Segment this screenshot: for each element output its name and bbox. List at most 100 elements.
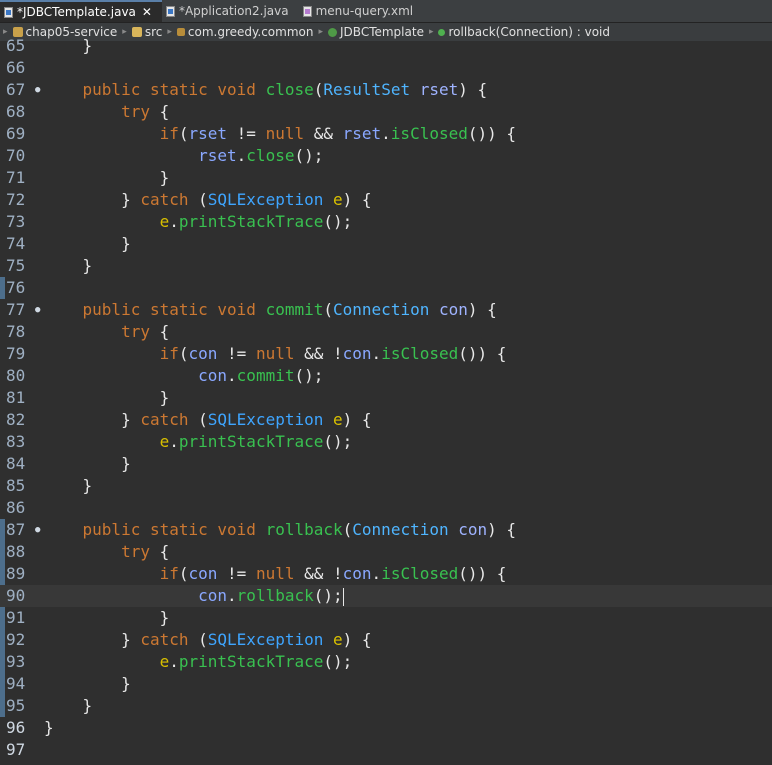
tab-label: *JDBCTemplate.java <box>17 5 136 19</box>
code-token: } <box>44 190 141 209</box>
close-icon[interactable]: ✕ <box>142 5 152 19</box>
code-token: } <box>44 718 54 737</box>
code-text: if(con != null && !con.isClosed()) { <box>44 563 507 585</box>
code-token: catch <box>140 190 189 209</box>
code-token: ( <box>323 300 334 319</box>
code-token: . <box>236 146 247 165</box>
fold-marker-icon[interactable]: ● <box>35 299 40 321</box>
code-text: if(con != null && !con.isClosed()) { <box>44 343 507 365</box>
code-token: } <box>44 410 141 429</box>
code-token: try <box>121 542 150 561</box>
code-token: Connection <box>333 300 430 319</box>
fold-marker-icon[interactable]: ● <box>35 519 40 541</box>
code-token: rset <box>188 124 228 143</box>
code-line[interactable]: 71 } <box>0 167 772 189</box>
code-line[interactable]: 83 e.printStackTrace(); <box>0 431 772 453</box>
code-line[interactable]: 88 try { <box>0 541 772 563</box>
code-token: { <box>149 542 170 561</box>
code-line[interactable]: 90 con.rollback(); <box>0 585 772 607</box>
code-line[interactable]: 80 con.commit(); <box>0 365 772 387</box>
code-line[interactable]: 93 e.printStackTrace(); <box>0 651 772 673</box>
code-line[interactable]: 75 } <box>0 255 772 277</box>
line-number: 65 <box>6 36 26 55</box>
code-text: } catch (SQLException e) { <box>44 629 371 651</box>
code-line[interactable]: 77 ● public static void commit(Connection… <box>0 299 772 321</box>
line-number: 72 <box>6 190 26 209</box>
tab-0[interactable]: *JDBCTemplate.java ✕ <box>0 0 162 22</box>
code-line[interactable]: 94 } <box>0 673 772 695</box>
code-token: void <box>217 300 256 319</box>
code-token: (); <box>294 366 324 385</box>
code-token: && ! <box>294 564 343 583</box>
code-line[interactable]: 79 if(con != null && !con.isClosed()) { <box>0 343 772 365</box>
code-token: try <box>121 322 150 341</box>
code-line[interactable]: 72 } catch (SQLException e) { <box>0 189 772 211</box>
code-text: try { <box>44 101 169 123</box>
code-token: rollback <box>236 586 314 605</box>
code-text: e.printStackTrace(); <box>44 431 353 453</box>
code-text: } <box>44 167 170 189</box>
line-number: 84 <box>6 454 26 473</box>
code-token: ) { <box>467 300 497 319</box>
code-token: ResultSet <box>323 80 411 99</box>
code-token: close <box>246 146 295 165</box>
code-text: } catch (SQLException e) { <box>44 409 371 431</box>
code-token: SQLException <box>207 630 324 649</box>
code-token: public <box>82 520 141 539</box>
tab-label: *Application2.java <box>178 4 289 18</box>
code-line[interactable]: 81 } <box>0 387 772 409</box>
code-text: } <box>44 673 131 695</box>
code-line[interactable]: 97 <box>0 739 772 761</box>
code-token: e <box>333 410 343 429</box>
code-token: printStackTrace <box>178 212 324 231</box>
code-line[interactable]: 82 } catch (SQLException e) { <box>0 409 772 431</box>
line-number: 69 <box>6 124 26 143</box>
code-token: ()) { <box>467 124 517 143</box>
code-line[interactable]: 91 } <box>0 607 772 629</box>
code-token: e <box>333 190 343 209</box>
code-line[interactable]: 96} <box>0 717 772 739</box>
fold-marker-icon[interactable]: ● <box>35 79 40 101</box>
code-line[interactable]: 69 if(rset != null && rset.isClosed()) { <box>0 123 772 145</box>
eclipse-editor-window: *JDBCTemplate.java ✕ *Application2.java men… <box>0 0 772 765</box>
code-line[interactable]: 87 ● public static void rollback(Connecti… <box>0 519 772 541</box>
code-line[interactable]: 86 <box>0 497 772 519</box>
line-number: 97 <box>6 740 26 759</box>
tab-1[interactable]: *Application2.java <box>162 0 299 22</box>
code-line[interactable]: 78 try { <box>0 321 772 343</box>
code-line[interactable]: 92 } catch (SQLException e) { <box>0 629 772 651</box>
code-line[interactable]: 70 rset.close(); <box>0 145 772 167</box>
code-token: . <box>169 212 179 231</box>
code-token: } <box>44 256 93 275</box>
code-line[interactable]: 66 <box>0 57 772 79</box>
code-token: public <box>82 80 141 99</box>
code-line[interactable]: 73 e.printStackTrace(); <box>0 211 772 233</box>
code-token: commit <box>265 300 324 319</box>
code-token: ) { <box>458 80 488 99</box>
code-editor[interactable]: 65 } 66 67 ● public static void close(Resul… <box>0 36 772 765</box>
code-token: != <box>227 124 266 143</box>
code-line[interactable]: 85 } <box>0 475 772 497</box>
code-token: (); <box>313 586 343 605</box>
code-token: null <box>255 344 295 363</box>
code-line[interactable]: 65 } <box>0 35 772 57</box>
code-line[interactable]: 89 if(con != null && !con.isClosed()) { <box>0 563 772 585</box>
code-token: close <box>265 80 314 99</box>
code-line[interactable]: 84 } <box>0 453 772 475</box>
code-token: void <box>217 520 256 539</box>
code-token: } <box>44 476 93 495</box>
code-line[interactable]: 74 } <box>0 233 772 255</box>
code-line[interactable]: 95 } <box>0 695 772 717</box>
code-line[interactable]: 67 ● public static void close(ResultSet r… <box>0 79 772 101</box>
code-token: (); <box>323 432 353 451</box>
code-line[interactable]: 76 <box>0 277 772 299</box>
code-token: catch <box>140 630 189 649</box>
tab-2[interactable]: menu-query.xml <box>299 0 423 22</box>
code-line[interactable]: 68 try { <box>0 101 772 123</box>
